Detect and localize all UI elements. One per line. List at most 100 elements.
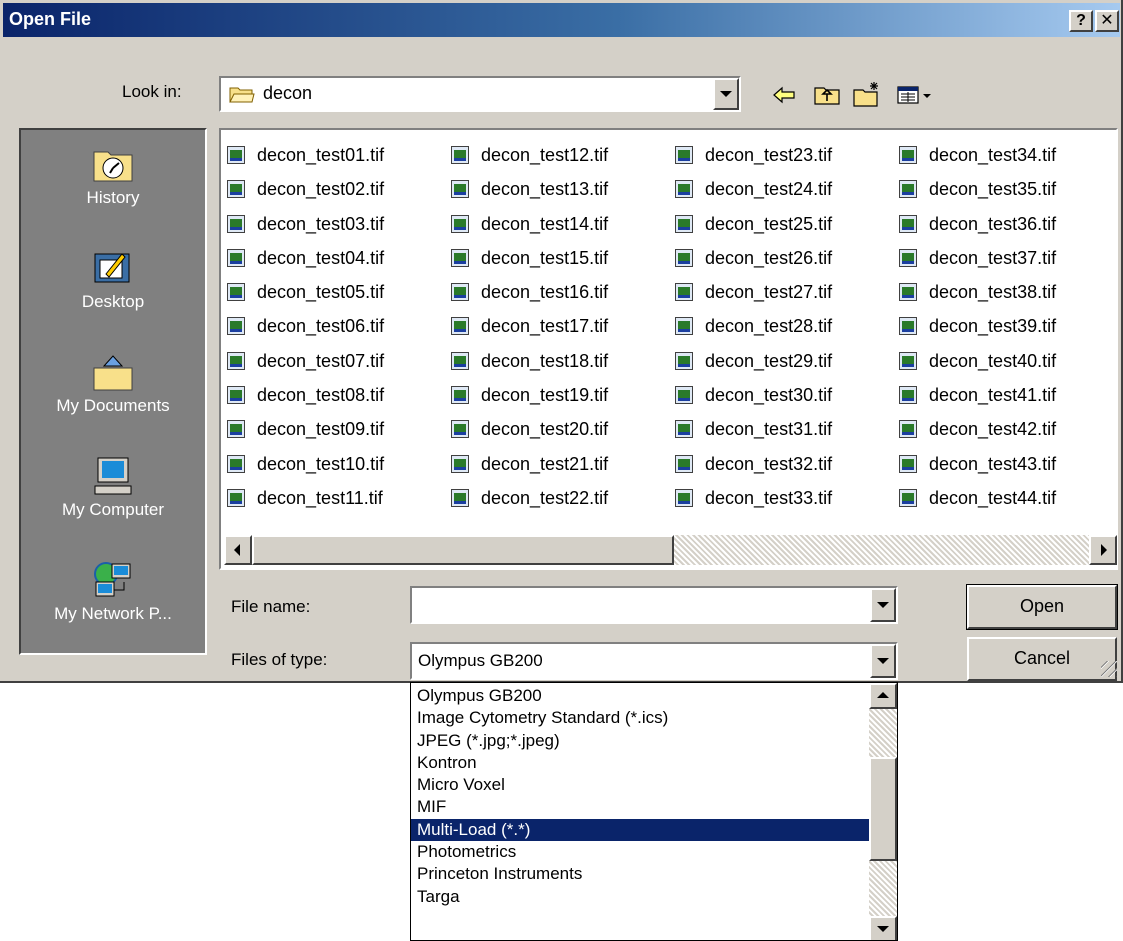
file-item[interactable]: decon_test27.tif — [669, 275, 832, 309]
file-item[interactable]: decon_test28.tif — [669, 309, 832, 343]
file-item[interactable]: decon_test24.tif — [669, 172, 832, 206]
back-arrow-icon[interactable] — [770, 80, 800, 110]
look-in-label: Look in: — [122, 82, 182, 101]
file-item[interactable]: decon_test11.tif — [221, 481, 384, 515]
new-folder-icon[interactable] — [852, 80, 882, 110]
file-item[interactable]: decon_test06.tif — [221, 309, 384, 343]
file-column: decon_test12.tif decon_test13.tif decon_te… — [445, 138, 608, 515]
file-item[interactable]: decon_test17.tif — [445, 309, 608, 343]
place-history[interactable]: History — [21, 144, 205, 208]
file-item[interactable]: decon_test21.tif — [445, 447, 608, 481]
tif-file-icon — [675, 214, 693, 233]
files-of-type-label: Files of type: — [231, 650, 328, 669]
file-item[interactable]: decon_test03.tif — [221, 207, 384, 241]
file-item[interactable]: decon_test40.tif — [893, 344, 1056, 378]
file-item[interactable]: decon_test09.tif — [221, 412, 384, 446]
file-item[interactable]: decon_test18.tif — [445, 344, 608, 378]
file-item[interactable]: decon_test13.tif — [445, 172, 608, 206]
view-menu-icon[interactable] — [895, 80, 937, 110]
file-type-option[interactable]: Targa — [411, 886, 869, 908]
scroll-down-button[interactable] — [869, 916, 897, 940]
file-item[interactable]: decon_test41.tif — [893, 378, 1056, 412]
open-button[interactable]: Open — [966, 584, 1118, 630]
file-list[interactable]: decon_test01.tif decon_test02.tif decon_te… — [219, 128, 1118, 570]
file-item[interactable]: decon_test16.tif — [445, 275, 608, 309]
file-item[interactable]: decon_test29.tif — [669, 344, 832, 378]
file-name-text: decon_test33.tif — [705, 487, 833, 508]
file-name-dropdown-button[interactable] — [870, 588, 896, 622]
tif-file-icon — [899, 420, 917, 439]
file-item[interactable]: decon_test10.tif — [221, 447, 384, 481]
file-item[interactable]: decon_test04.tif — [221, 241, 384, 275]
file-item[interactable]: decon_test15.tif — [445, 241, 608, 275]
file-item[interactable]: decon_test22.tif — [445, 481, 608, 515]
file-item[interactable]: decon_test31.tif — [669, 412, 832, 446]
file-name-text: decon_test21.tif — [481, 453, 609, 474]
file-item[interactable]: decon_test39.tif — [893, 309, 1056, 343]
close-button[interactable]: ✕ — [1095, 10, 1119, 32]
file-type-option[interactable]: Princeton Instruments — [411, 863, 869, 885]
file-item[interactable]: decon_test02.tif — [221, 172, 384, 206]
places-bar: History Desktop My Documents My Computer… — [19, 128, 207, 655]
file-item[interactable]: decon_test23.tif — [669, 138, 832, 172]
look-in-combo[interactable]: decon — [219, 76, 741, 112]
tif-file-icon — [675, 454, 693, 473]
file-item[interactable]: decon_test43.tif — [893, 447, 1056, 481]
file-item[interactable]: decon_test05.tif — [221, 275, 384, 309]
file-item[interactable]: decon_test01.tif — [221, 138, 384, 172]
file-item[interactable]: decon_test44.tif — [893, 481, 1056, 515]
file-item[interactable]: decon_test38.tif — [893, 275, 1056, 309]
place-my-computer[interactable]: My Computer — [21, 456, 205, 520]
files-of-type-combo[interactable]: Olympus GB200 — [410, 642, 898, 680]
file-type-option[interactable]: Micro Voxel — [411, 774, 869, 796]
file-type-option[interactable]: Image Cytometry Standard (*.ics) — [411, 707, 869, 729]
file-item[interactable]: decon_test42.tif — [893, 412, 1056, 446]
file-item[interactable]: decon_test37.tif — [893, 241, 1056, 275]
scroll-up-button[interactable] — [869, 683, 897, 709]
help-button[interactable]: ? — [1069, 10, 1093, 32]
file-item[interactable]: decon_test35.tif — [893, 172, 1056, 206]
place-my-documents[interactable]: My Documents — [21, 352, 205, 416]
file-item[interactable]: decon_test07.tif — [221, 344, 384, 378]
cancel-button[interactable]: Cancel — [967, 637, 1117, 681]
file-item[interactable]: decon_test36.tif — [893, 207, 1056, 241]
file-item[interactable]: decon_test08.tif — [221, 378, 384, 412]
file-item[interactable]: decon_test12.tif — [445, 138, 608, 172]
file-type-option[interactable]: Kontron — [411, 752, 869, 774]
dropdown-vertical-scrollbar[interactable] — [869, 683, 897, 940]
resize-grip[interactable] — [1101, 661, 1117, 677]
tif-file-icon — [899, 351, 917, 370]
files-of-type-dropdown-list[interactable]: Olympus GB200 Image Cytometry Standard (*… — [410, 682, 898, 941]
file-item[interactable]: decon_test20.tif — [445, 412, 608, 446]
up-folder-icon[interactable] — [812, 80, 842, 110]
file-name-text: decon_test43.tif — [929, 453, 1057, 474]
scrollbar-thumb[interactable] — [252, 535, 674, 565]
files-of-type-dropdown-button[interactable] — [870, 644, 896, 678]
file-name-combo[interactable] — [410, 586, 898, 624]
title-bar[interactable]: Open File ? ✕ — [3, 3, 1120, 37]
file-item[interactable]: decon_test26.tif — [669, 241, 832, 275]
place-desktop[interactable]: Desktop — [21, 248, 205, 312]
tif-file-icon — [675, 180, 693, 199]
file-item[interactable]: decon_test19.tif — [445, 378, 608, 412]
look-in-dropdown-button[interactable] — [713, 78, 739, 110]
file-item[interactable]: decon_test25.tif — [669, 207, 832, 241]
file-name-text: decon_test06.tif — [257, 316, 385, 337]
file-item[interactable]: decon_test33.tif — [669, 481, 832, 515]
file-type-option[interactable]: JPEG (*.jpg;*.jpeg) — [411, 730, 869, 752]
file-type-option[interactable]: Olympus GB200 — [411, 685, 869, 707]
horizontal-scrollbar[interactable] — [224, 535, 1117, 565]
place-my-network-places[interactable]: My Network P... — [21, 560, 205, 624]
file-type-option[interactable]: MIF — [411, 796, 869, 818]
scroll-left-button[interactable] — [224, 535, 252, 565]
dropdown-scrollbar-thumb[interactable] — [869, 757, 897, 861]
file-type-option[interactable]: Multi-Load (*.*) — [411, 818, 869, 842]
file-item[interactable]: decon_test32.tif — [669, 447, 832, 481]
scroll-right-button[interactable] — [1089, 535, 1117, 565]
my-network-places-icon — [92, 560, 134, 600]
file-item[interactable]: decon_test34.tif — [893, 138, 1056, 172]
chevron-down-icon — [877, 926, 889, 932]
file-item[interactable]: decon_test14.tif — [445, 207, 608, 241]
file-item[interactable]: decon_test30.tif — [669, 378, 832, 412]
file-type-option[interactable]: Photometrics — [411, 841, 869, 863]
